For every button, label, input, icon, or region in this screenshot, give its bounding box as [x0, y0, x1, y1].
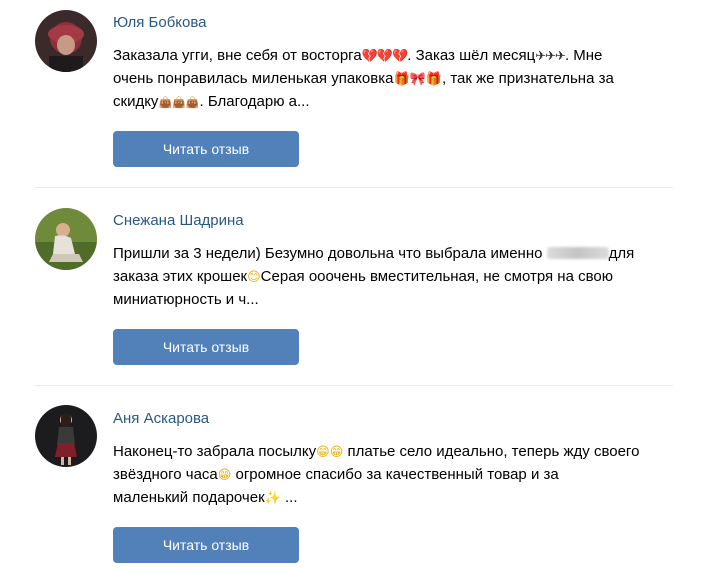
divider	[35, 187, 673, 188]
review-text: Пришли за 3 недели) Безумно довольна что…	[113, 242, 683, 311]
review-text-segment: ...	[280, 489, 298, 506]
review-text-segment: , так же признательна за	[442, 70, 614, 87]
review-text-segment: миниатюрность и ч...	[113, 291, 259, 308]
grin-icon: 😁😁	[316, 444, 344, 459]
grin-icon: 😁	[217, 467, 232, 482]
avatar[interactable]	[35, 208, 97, 270]
review-text: Заказала угги, вне себя от восторга💔💔💔. …	[113, 44, 683, 113]
review-text-segment: платье село идеально, теперь жду своего	[343, 443, 640, 460]
read-review-button[interactable]: Читать отзыв	[113, 527, 299, 563]
handbag-icon: 👜👜👜	[158, 97, 200, 109]
review-text-segment: . Мне	[564, 47, 603, 64]
sparkles-icon: ✨	[264, 490, 281, 505]
reviewer-name[interactable]: Юля Бобкова	[113, 14, 207, 32]
review-text-segment: для	[608, 245, 635, 262]
airplane-icon: ✈✈✈	[535, 48, 566, 63]
review-text-segment: очень понравилась миленькая упаковка	[113, 70, 394, 87]
divider	[35, 385, 673, 386]
read-review-button[interactable]: Читать отзыв	[113, 329, 299, 365]
reviewer-name[interactable]: Аня Аскарова	[113, 410, 209, 428]
review-text-segment: маленький подарочек	[113, 489, 265, 506]
review-text-segment: Наконец-то забрала посылку	[113, 443, 317, 460]
review-text-segment: . Заказ шёл месяц	[407, 47, 536, 64]
avatar-photo-icon	[35, 405, 97, 467]
smile-icon: 😊	[247, 269, 261, 284]
avatar[interactable]	[35, 10, 97, 72]
review-text-segment: Заказала угги, вне себя от восторга	[113, 47, 362, 64]
review-text-segment: . Благодарю а...	[199, 93, 310, 110]
reviewer-name[interactable]: Снежана Шадрина	[113, 212, 244, 230]
review-text-segment: огромное спасибо за качественный товар и…	[231, 466, 559, 483]
gift-icon: 🎁🎀🎁	[393, 71, 443, 86]
review-text-segment: скидку	[113, 93, 159, 110]
review-text-segment: Серая ооочень вместительная, не смотря н…	[260, 268, 613, 285]
avatar-photo-icon	[35, 10, 97, 72]
avatar[interactable]	[35, 405, 97, 467]
review-text-segment: Пришли за 3 недели) Безумно довольна что…	[113, 245, 543, 262]
review-text: Наконец-то забрала посылку😁😁 платье село…	[113, 440, 683, 509]
review-text-segment: заказа этих крошек	[113, 268, 248, 285]
review-text-segment: звёздного часа	[113, 466, 218, 483]
avatar-photo-icon	[35, 208, 97, 270]
broken-heart-icon: 💔💔💔	[361, 48, 409, 63]
blurred-shop-name	[546, 247, 609, 259]
read-review-button[interactable]: Читать отзыв	[113, 131, 299, 167]
